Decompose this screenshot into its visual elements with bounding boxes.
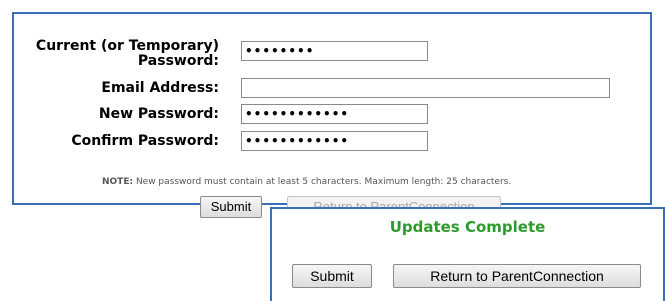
email-label: Email Address: (101, 80, 219, 96)
password-note: NOTE: New password must contain at least… (102, 177, 511, 187)
updates-complete-title: Updates Complete (389, 218, 546, 236)
current-password-field[interactable]: •••••••• (241, 41, 428, 61)
current-password-label-line1: Current (or Temporary) (35, 38, 219, 54)
new-password-field[interactable]: •••••••••••• (241, 104, 428, 124)
updates-complete-dialog: Updates Complete Submit Return to Parent… (270, 207, 665, 301)
note-prefix: NOTE: (102, 177, 134, 187)
email-field[interactable] (241, 78, 610, 98)
password-form-panel: Current (or Temporary) Password: •••••••… (12, 12, 652, 218)
dialog-return-to-parentconnection-button[interactable]: Return to ParentConnection (393, 264, 641, 288)
dialog-submit-button[interactable]: Submit (292, 264, 372, 288)
new-password-label: New Password: (98, 106, 219, 122)
note-text: New password must contain at least 5 cha… (133, 177, 512, 187)
confirm-password-field[interactable]: •••••••••••• (241, 131, 428, 151)
submit-button[interactable]: Submit (200, 196, 262, 218)
confirm-password-label: Confirm Password: (71, 133, 219, 149)
current-password-label-line2: Password: (137, 53, 219, 69)
